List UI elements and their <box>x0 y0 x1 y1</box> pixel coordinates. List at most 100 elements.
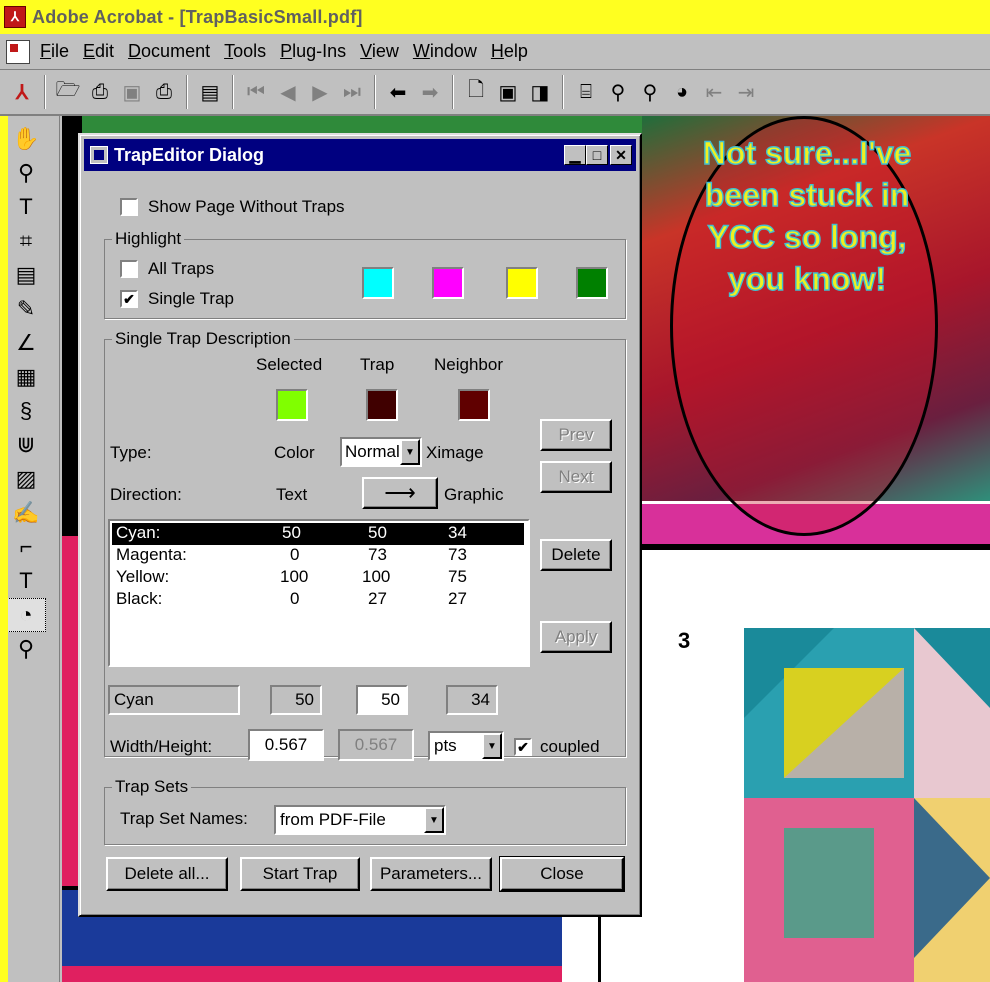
crop-pages-tool-icon[interactable]: ⌐ <box>6 530 46 564</box>
text-select-tool-icon[interactable]: T <box>6 190 46 224</box>
crop-tool-icon[interactable]: ⌗ <box>6 224 46 258</box>
list-row-cyan[interactable]: Cyan: 50 50 34 <box>112 523 524 545</box>
go-back-icon[interactable]: ⬅ <box>384 77 412 107</box>
type-right-label: Ximage <box>426 443 484 462</box>
toolbar: ⅄ 🗁 ⎙ ▣ ⎙ ▤ ⏮ ◀ ▶ ⏭ ⬅ ➡ 🗋 ▣ ◨ ⌸ ⚲ ⚲ ◕ ⇤ … <box>0 70 990 116</box>
start-trap-button[interactable]: Start Trap <box>240 857 360 891</box>
close-window-button[interactable]: ✕ <box>610 145 632 165</box>
menu-bar: File Edit Document Tools Plug-Ins View W… <box>0 34 990 70</box>
chevron-down-icon[interactable]: ▼ <box>482 733 502 759</box>
menu-edit[interactable]: Edit <box>83 41 114 62</box>
document-icon[interactable] <box>6 39 30 64</box>
show-page-without-traps[interactable]: Show Page Without Traps <box>120 197 345 217</box>
list-row-yellow[interactable]: Yellow: 100 100 75 <box>112 567 524 589</box>
delete-button[interactable]: Delete <box>540 539 612 571</box>
link-tool-icon[interactable]: § <box>6 394 46 428</box>
highlight-color-cyan[interactable] <box>362 267 394 299</box>
dialog-title-bar: TrapEditor Dialog ▁ □ ✕ <box>84 139 636 171</box>
type-select[interactable]: Normal ▼ <box>340 437 422 467</box>
col-trap-header: Trap <box>360 355 395 374</box>
open-icon[interactable]: 🗁 <box>54 77 82 107</box>
menu-help[interactable]: Help <box>491 41 528 62</box>
height-input[interactable]: 0.567 <box>338 729 414 761</box>
all-traps-option[interactable]: All Traps <box>120 259 214 279</box>
single-trap-checkbox[interactable]: ✔ <box>120 290 138 308</box>
zoom-tool-icon[interactable]: ⚲ <box>6 156 46 190</box>
form-tool-icon[interactable]: ▨ <box>6 462 46 496</box>
first-page-icon[interactable]: ⏮ <box>242 77 270 107</box>
menu-view[interactable]: View <box>360 41 399 62</box>
single-trap-option[interactable]: ✔ Single Trap <box>120 289 234 309</box>
search-next-icon[interactable]: ⇤ <box>700 77 728 107</box>
chevron-down-icon[interactable]: ▼ <box>400 439 420 465</box>
coupled-checkbox[interactable]: ✔ <box>514 738 532 756</box>
edit-color-name: Cyan <box>108 685 240 715</box>
touchup-text-tool-icon[interactable]: T <box>6 564 46 598</box>
fit-page-icon[interactable]: ▣ <box>494 77 522 107</box>
dialog-app-icon[interactable] <box>90 146 108 164</box>
list-row-magenta[interactable]: Magenta: 0 73 73 <box>112 545 524 567</box>
save-icon[interactable]: ▣ <box>118 77 146 107</box>
next-button[interactable]: Next <box>540 461 612 493</box>
width-input[interactable]: 0.567 <box>248 729 324 761</box>
menu-tools[interactable]: Tools <box>224 41 266 62</box>
previous-page-icon[interactable]: ◀ <box>274 77 302 107</box>
highlight-color-magenta[interactable] <box>432 267 464 299</box>
go-forward-icon[interactable]: ➡ <box>416 77 444 107</box>
trap-tool-icon[interactable]: ◔ <box>6 598 46 632</box>
fit-width-icon[interactable]: ◨ <box>526 77 554 107</box>
prev-button[interactable]: Prev <box>540 419 612 451</box>
note-tool-icon[interactable]: ▤ <box>6 258 46 292</box>
find-icon[interactable]: ⌸ <box>572 77 600 107</box>
parameters-button[interactable]: Parameters... <box>370 857 492 891</box>
actual-size-icon[interactable]: 🗋 <box>462 77 490 107</box>
print-icon[interactable]: ⎙ <box>150 77 178 107</box>
chevron-down-icon[interactable]: ▼ <box>424 807 444 833</box>
article-tool-icon[interactable]: ⋓ <box>6 428 46 462</box>
next-page-icon[interactable]: ▶ <box>306 77 334 107</box>
minimize-button[interactable]: ▁ <box>564 145 586 165</box>
direction-arrow-button[interactable]: ⟶ <box>362 477 438 509</box>
edit-trap-value[interactable]: 50 <box>356 685 408 715</box>
show-hide-navigation-icon[interactable]: ▤ <box>196 77 224 107</box>
dialog-title: TrapEditor Dialog <box>114 144 265 165</box>
edit-neighbor-value: 34 <box>446 685 498 715</box>
menu-file[interactable]: File <box>40 41 69 62</box>
trapeditor-dialog: TrapEditor Dialog ▁ □ ✕ Show Page Withou… <box>78 133 642 917</box>
search-results-icon[interactable]: ⚲ <box>636 77 664 107</box>
hand-tool-icon[interactable]: ✋ <box>6 122 46 156</box>
close-button[interactable]: Close <box>499 856 625 892</box>
highlight-tool-icon[interactable]: ∠ <box>6 326 46 360</box>
menu-document[interactable]: Document <box>128 41 210 62</box>
unit-select[interactable]: pts ▼ <box>428 731 504 761</box>
pencil-tool-icon[interactable]: ✎ <box>6 292 46 326</box>
apply-button[interactable]: Apply <box>540 621 612 653</box>
show-page-without-traps-checkbox[interactable] <box>120 198 138 216</box>
list-row-black[interactable]: Black: 0 27 27 <box>112 589 524 611</box>
search-last-icon[interactable]: ⇥ <box>732 77 760 107</box>
movie-tool-icon[interactable]: ▦ <box>6 360 46 394</box>
yellow-border <box>0 116 8 982</box>
last-page-icon[interactable]: ⏭ <box>338 77 366 107</box>
trap-values-list[interactable]: Cyan: 50 50 34 Magenta: 0 73 73 Yellow: … <box>108 519 530 667</box>
menu-window[interactable]: Window <box>413 41 477 62</box>
highlight-group-label: Highlight <box>112 229 185 249</box>
delete-all-button[interactable]: Delete all... <box>106 857 228 891</box>
print-setup-icon[interactable]: ⎙ <box>86 77 114 107</box>
panel-number: 3 <box>678 628 691 653</box>
trap-inspect-tool-icon[interactable]: ⚲ <box>6 632 46 666</box>
search-icon[interactable]: ⚲ <box>604 77 632 107</box>
acrobat-app-icon[interactable]: ⅄ <box>4 6 26 28</box>
touchup-tool-icon[interactable]: ✍ <box>6 496 46 530</box>
window-title: Adobe Acrobat - [TrapBasicSmall.pdf] <box>32 6 363 27</box>
menu-plug-ins[interactable]: Plug-Ins <box>280 41 346 62</box>
search-previous-icon[interactable]: ◕ <box>668 77 696 107</box>
highlight-color-green[interactable] <box>576 267 608 299</box>
trap-set-names-select[interactable]: from PDF-File ▼ <box>274 805 446 835</box>
type-left-label: Color <box>274 443 315 462</box>
coupled-option[interactable]: ✔ coupled <box>514 737 600 757</box>
maximize-button[interactable]: □ <box>586 145 608 165</box>
all-traps-checkbox[interactable] <box>120 260 138 278</box>
highlight-color-yellow[interactable] <box>506 267 538 299</box>
direction-right-label: Graphic <box>444 485 504 504</box>
